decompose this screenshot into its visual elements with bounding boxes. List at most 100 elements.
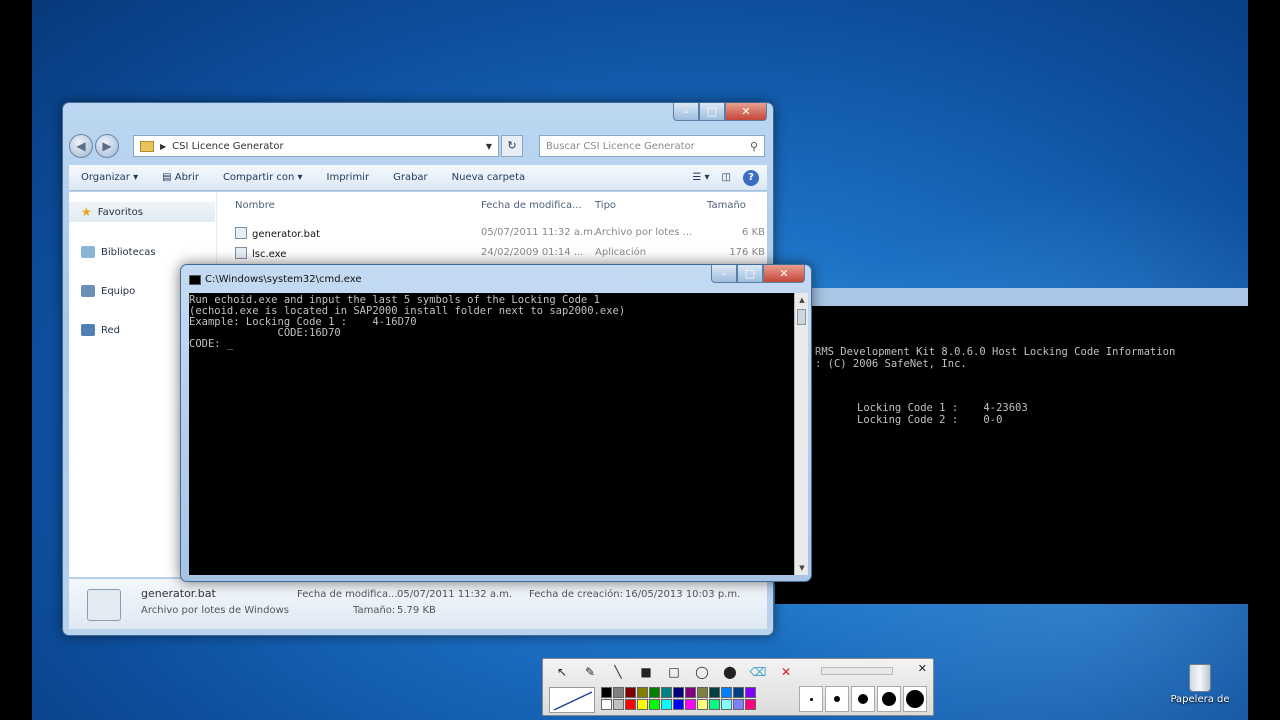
new-folder-button[interactable]: Nueva carpeta	[440, 172, 537, 183]
eraser-icon[interactable]: ⌫	[747, 663, 769, 681]
file-type: Aplicación	[595, 247, 647, 258]
ellipse-icon[interactable]: ◯	[691, 663, 713, 681]
brush-size-5[interactable]	[903, 686, 927, 712]
color-swatch[interactable]	[721, 699, 732, 710]
search-input[interactable]: Buscar CSI Licence Generator ⚲	[539, 135, 765, 157]
scroll-thumb[interactable]	[797, 309, 806, 325]
drawing-tools: ↖ ✎ ╲ ■ □ ◯ ⬤ ⌫ ✕	[551, 663, 797, 681]
filled-rectangle-icon[interactable]: ■	[635, 663, 657, 681]
brush-size-3[interactable]	[851, 686, 875, 712]
color-swatch[interactable]	[721, 687, 732, 698]
chevron-down-icon[interactable]: ▼	[486, 142, 498, 151]
open-icon: ▤	[162, 172, 175, 183]
color-swatch[interactable]	[745, 687, 756, 698]
color-swatch[interactable]	[649, 687, 660, 698]
color-swatch[interactable]	[685, 687, 696, 698]
brush-size-2[interactable]	[825, 686, 849, 712]
cmd-caption-buttons: – □ ✕	[711, 265, 805, 283]
column-header-size[interactable]: Tamaño	[707, 200, 746, 216]
column-header-modified[interactable]: Fecha de modifica...	[481, 200, 582, 216]
help-icon[interactable]: ?	[743, 169, 759, 186]
scroll-down-icon[interactable]: ▼	[795, 561, 809, 575]
color-swatch[interactable]	[601, 699, 612, 710]
color-swatch[interactable]	[661, 687, 672, 698]
recycle-bin[interactable]: Papelera de	[1170, 664, 1230, 705]
share-button[interactable]: Compartir con ▾	[211, 172, 315, 183]
drawing-toolbar: ↖ ✎ ╲ ■ □ ◯ ⬤ ⌫ ✕ ✕	[542, 658, 934, 716]
maximize-button[interactable]: □	[699, 103, 725, 121]
forward-button[interactable]: ▶	[95, 134, 119, 158]
clear-icon[interactable]: ✕	[775, 663, 797, 681]
print-button[interactable]: Imprimir	[315, 172, 382, 183]
color-swatch[interactable]	[685, 699, 696, 710]
color-swatch[interactable]	[697, 687, 708, 698]
color-swatch[interactable]	[697, 699, 708, 710]
echoid-line: : (C) 2006 SafeNet, Inc.	[815, 358, 967, 370]
color-swatch[interactable]	[637, 699, 648, 710]
close-button[interactable]: ✕	[725, 103, 767, 121]
color-swatch[interactable]	[613, 699, 624, 710]
filled-ellipse-icon[interactable]: ⬤	[719, 663, 741, 681]
minimize-button[interactable]: –	[711, 265, 737, 283]
file-type: Archivo por lotes ...	[595, 227, 693, 238]
brush-size-4[interactable]	[877, 686, 901, 712]
color-swatch[interactable]	[733, 699, 744, 710]
cmd-scrollbar[interactable]: ▲ ▼	[794, 293, 808, 575]
color-swatch[interactable]	[649, 699, 660, 710]
brush-size-1[interactable]	[799, 686, 823, 712]
color-swatch[interactable]	[661, 699, 672, 710]
breadcrumb-arrow-icon[interactable]: ▶	[160, 142, 166, 151]
preview-pane-icon[interactable]: ◫	[722, 172, 731, 183]
color-swatch[interactable]	[733, 687, 744, 698]
color-swatch[interactable]	[637, 687, 648, 698]
color-swatch[interactable]	[625, 699, 636, 710]
cmd-window[interactable]: C:\Windows\system32\cmd.exe – □ ✕ Run ec…	[180, 264, 812, 582]
maximize-button[interactable]: □	[737, 265, 763, 283]
details-filetype: Archivo por lotes de Windows	[141, 605, 289, 616]
back-button[interactable]: ◀	[69, 134, 93, 158]
color-swatch[interactable]	[601, 687, 612, 698]
exe-file-icon	[235, 247, 247, 259]
color-swatch[interactable]	[673, 699, 684, 710]
echoid-console-window[interactable]: Files (x86)\Computers and Structures\ETA…	[775, 288, 1248, 604]
color-swatch[interactable]	[625, 687, 636, 698]
cmd-title: C:\Windows\system32\cmd.exe	[205, 274, 362, 285]
nav-item-favorites[interactable]: ★ Favoritos	[69, 202, 215, 222]
file-row[interactable]: lsc.exe 24/02/2009 01:14 ... Aplicación …	[229, 243, 767, 263]
minimize-button[interactable]: –	[673, 103, 699, 121]
file-modified: 24/02/2009 01:14 ...	[481, 247, 584, 258]
file-row[interactable]: generator.bat 05/07/2011 11:32 a.m. Arch…	[229, 223, 767, 243]
color-swatch[interactable]	[709, 687, 720, 698]
address-path: CSI Licence Generator	[172, 140, 284, 152]
refresh-button[interactable]: ↻	[501, 135, 523, 157]
opacity-slider[interactable]	[821, 667, 893, 675]
details-pane: generator.bat Archivo por lotes de Windo…	[69, 579, 767, 629]
scroll-up-icon[interactable]: ▲	[795, 293, 809, 307]
pointer-icon[interactable]: ↖	[551, 663, 573, 681]
burn-button[interactable]: Grabar	[381, 172, 440, 183]
color-swatch[interactable]	[709, 699, 720, 710]
pen-icon[interactable]: ✎	[579, 663, 601, 681]
batch-file-large-icon	[87, 589, 121, 621]
color-swatch[interactable]	[745, 699, 756, 710]
column-header-type[interactable]: Tipo	[595, 200, 616, 216]
nav-item-libraries[interactable]: Bibliotecas	[69, 242, 215, 262]
details-filename: generator.bat	[141, 587, 216, 600]
close-button[interactable]: ✕	[763, 265, 805, 283]
color-swatch[interactable]	[673, 687, 684, 698]
color-swatch[interactable]	[613, 687, 624, 698]
organize-button[interactable]: Organizar ▾	[69, 172, 150, 183]
color-palette	[601, 687, 756, 710]
details-modified-value: 05/07/2011 11:32 a.m.	[397, 589, 513, 600]
line-icon[interactable]: ╲	[607, 663, 629, 681]
view-options-icon[interactable]: ☰ ▾	[692, 172, 709, 183]
toolbar-right: ☰ ▾ ◫ ?	[692, 169, 767, 186]
cmd-console-area[interactable]: Run echoid.exe and input the last 5 symb…	[189, 293, 794, 575]
rectangle-icon[interactable]: □	[663, 663, 685, 681]
close-icon[interactable]: ✕	[918, 662, 927, 675]
open-button[interactable]: ▤ Abrir	[150, 172, 211, 183]
column-header-name[interactable]: Nombre	[235, 200, 275, 216]
nav-item-label: Red	[101, 324, 120, 336]
address-bar[interactable]: ▶ CSI Licence Generator ▼	[133, 135, 499, 157]
search-icon[interactable]: ⚲	[750, 140, 764, 153]
